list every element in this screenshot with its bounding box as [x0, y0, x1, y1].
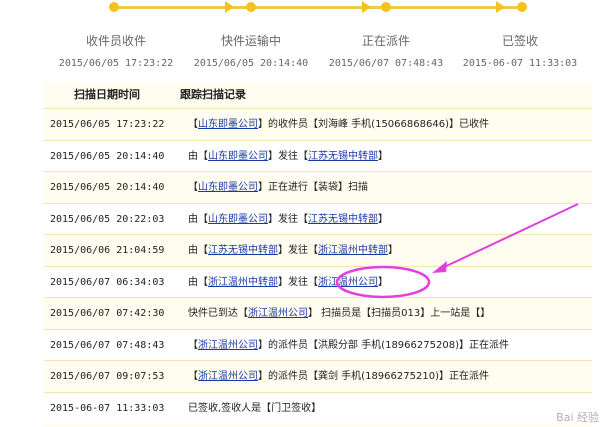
stage-dot [517, 2, 527, 12]
stage-delivering: 正在派件 2015/06/07 07:48:43 [316, 32, 456, 69]
table-row: 2015/06/07 07:48:43 【浙江温州公司】的派件员【洪殿分部 手机(… [44, 328, 592, 361]
branch-link[interactable]: 山东即墨公司 [198, 119, 258, 130]
stage-name: 收件员收件 [85, 34, 146, 48]
branch-link[interactable]: 浙江温州公司 [198, 371, 258, 382]
record-text: 】 [378, 276, 388, 288]
record-text: 】的收件员【刘海峰 手机(15066868646)】已收件 [258, 119, 489, 130]
scan-time: 2015/06/07 07:48:43 [50, 339, 165, 351]
scan-time: 2015/06/07 07:42:30 [50, 308, 165, 319]
branch-link[interactable]: 江苏无锡中转部 [208, 245, 278, 256]
progress-tracker: 收件员收件 2015/06/05 17:23:22 快件运输中 2015/06/… [0, 0, 605, 78]
table-row: 2015/06/05 20:22:03 由【山东即墨公司】发往【江苏无锡中转部】 [44, 202, 592, 235]
record-text: 由【 [188, 213, 208, 225]
record-text: 】正在进行【装袋】扫描 [258, 182, 368, 193]
record-text: 】发往【 [278, 276, 318, 288]
branch-link[interactable]: 江苏无锡中转部 [308, 214, 378, 225]
stage-time: 2015/06/05 17:23:22 [58, 58, 174, 69]
scan-record: 【山东即墨公司】的收件员【刘海峰 手机(15066868646)】已收件 [188, 109, 489, 140]
stage-dot [109, 2, 119, 12]
table-row: 2015/06/06 21:04:59 由【江苏无锡中转部】发往【浙江温州中转部】 [44, 234, 592, 266]
scan-record: 由【江苏无锡中转部】发往【浙江温州中转部】 [188, 235, 398, 266]
table-header: 扫描日期时间 跟踪扫描记录 [44, 82, 592, 108]
branch-link[interactable]: 浙江温州公司 [248, 308, 308, 319]
record-text: 由【 [188, 150, 208, 162]
stage-name: 快件运输中 [220, 34, 281, 48]
record-text: 已签收,签收人是【门卫签收】 [188, 402, 322, 414]
record-text: 【 [188, 119, 198, 130]
stage-name: 正在派件 [361, 34, 410, 48]
scan-record: 【浙江温州公司】的派件员【龚剑 手机(18966275210)】正在派件 [188, 361, 489, 392]
scan-time: 2015/06/05 20:14:40 [50, 182, 165, 193]
stage-in-transit: 快件运输中 2015/06/05 20:14:40 [181, 32, 321, 69]
record-text: 】 [388, 245, 398, 256]
scan-time: 2015/06/05 20:14:40 [50, 150, 165, 162]
stage-signed: 已签收 2015-06-07 11:33:03 [450, 32, 590, 69]
stage-time: 2015/06/05 20:14:40 [193, 58, 309, 69]
scan-record: 【山东即墨公司】正在进行【装袋】扫描 [188, 172, 368, 203]
branch-link[interactable]: 山东即墨公司 [208, 151, 268, 162]
table-row: 2015/06/05 17:23:22 【山东即墨公司】的收件员【刘海峰 手机(1… [44, 108, 592, 140]
scan-time: 2015/06/07 06:34:03 [50, 276, 165, 288]
stage-time: 2015-06-07 11:33:03 [462, 58, 578, 69]
stage-time: 2015/06/07 07:48:43 [328, 58, 444, 69]
watermark: Bai 经验 [556, 411, 599, 424]
table-row: 2015/06/07 06:34:03 由【浙江温州中转部】发往【浙江温州公司】 [44, 265, 592, 298]
record-text: 】 扫描员是【扫描员013】上一站是【】 [308, 308, 491, 319]
progress-track [114, 6, 524, 9]
scan-time: 2015/06/07 09:07:53 [50, 371, 165, 382]
branch-link[interactable]: 浙江温州公司 [318, 277, 378, 288]
record-text: 】 [378, 213, 388, 225]
record-text: 【 [188, 371, 198, 382]
scan-record: 快件已到达【浙江温州公司】 扫描员是【扫描员013】上一站是【】 [188, 298, 490, 329]
scan-record: 由【山东即墨公司】发往【江苏无锡中转部】 [188, 141, 388, 172]
table-row: 2015-06-07 11:33:03 已签收,签收人是【门卫签收】 [44, 391, 592, 424]
record-text: 】 [378, 150, 388, 162]
record-text: 由【 [188, 276, 208, 288]
arrow-right-icon [496, 1, 505, 13]
table-row: 2015/06/05 20:14:40 【山东即墨公司】正在进行【装袋】扫描 [44, 171, 592, 203]
record-text: 【 [188, 339, 198, 351]
record-text: 】发往【 [268, 150, 308, 162]
record-text: 】发往【 [268, 213, 308, 225]
branch-link[interactable]: 浙江温州中转部 [318, 245, 388, 256]
scan-time: 2015-06-07 11:33:03 [50, 402, 165, 414]
branch-link[interactable]: 浙江温州中转部 [208, 277, 278, 288]
scan-time: 2015/06/05 20:22:03 [50, 213, 165, 225]
stage-dot [246, 2, 256, 12]
scan-record: 已签收,签收人是【门卫签收】 [188, 393, 321, 424]
header-scan-record: 跟踪扫描记录 [180, 88, 246, 101]
record-text: 】的派件员【龚剑 手机(18966275210)】正在派件 [258, 371, 489, 382]
stage-received: 收件员收件 2015/06/05 17:23:22 [46, 32, 186, 69]
tracking-table: 扫描日期时间 跟踪扫描记录 2015/06/05 17:23:22 【山东即墨公司… [44, 82, 592, 427]
scan-record: 由【山东即墨公司】发往【江苏无锡中转部】 [188, 204, 388, 235]
branch-link[interactable]: 浙江温州公司 [198, 340, 258, 351]
table-row: 2015/06/07 07:42:30 快件已到达【浙江温州公司】 扫描员是【扫描… [44, 297, 592, 329]
branch-link[interactable]: 山东即墨公司 [208, 214, 268, 225]
arrow-right-icon [362, 1, 371, 13]
scan-record: 由【浙江温州中转部】发往【浙江温州公司】 [188, 267, 388, 298]
scan-time: 2015/06/05 17:23:22 [50, 119, 165, 130]
scan-record: 【浙江温州公司】的派件员【洪殿分部 手机(18966275208)】正在派件 [188, 330, 509, 361]
stage-dot [381, 2, 391, 12]
record-text: 【 [188, 182, 198, 193]
arrow-right-icon [225, 1, 234, 13]
record-text: 由【 [188, 245, 208, 256]
branch-link[interactable]: 山东即墨公司 [198, 182, 258, 193]
table-row: 2015/06/05 20:14:40 由【山东即墨公司】发往【江苏无锡中转部】 [44, 139, 592, 172]
branch-link[interactable]: 江苏无锡中转部 [308, 151, 378, 162]
record-text: 】的派件员【洪殿分部 手机(18966275208)】正在派件 [258, 339, 509, 351]
table-row: 2015/06/07 09:07:53 【浙江温州公司】的派件员【龚剑 手机(18… [44, 360, 592, 392]
scan-time: 2015/06/06 21:04:59 [50, 245, 165, 256]
record-text: 】发往【 [278, 245, 318, 256]
header-scan-time: 扫描日期时间 [74, 88, 140, 101]
record-text: 快件已到达【 [188, 308, 248, 319]
stage-name: 已签收 [501, 34, 538, 48]
